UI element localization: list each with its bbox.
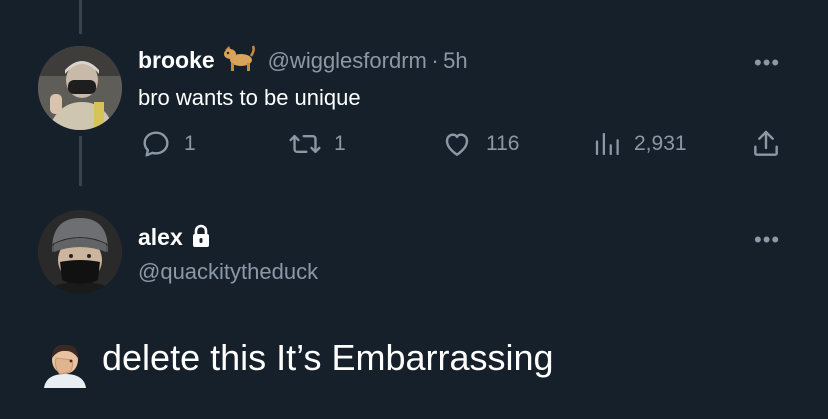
views-button[interactable]: 2,931 xyxy=(592,128,687,160)
views-chart-icon xyxy=(592,128,622,160)
tweet-header: brooke @wigglesfordrm · 5h xyxy=(138,44,468,77)
avatar-brooke[interactable] xyxy=(38,46,122,130)
avatar-alex-image xyxy=(38,210,122,294)
views-count: 2,931 xyxy=(634,132,687,155)
reply-text: delete this It’s Embarrassing xyxy=(102,337,554,378)
lock-icon xyxy=(191,224,211,253)
like-button[interactable]: 116 xyxy=(440,128,519,160)
tweet-text: bro wants to be unique xyxy=(138,85,361,110)
tweet-time[interactable]: 5h xyxy=(443,48,467,73)
avatar-alex[interactable] xyxy=(38,210,122,294)
facepalm-emoji-icon xyxy=(40,342,90,388)
reply-icon xyxy=(140,128,172,160)
thread-line-middle xyxy=(79,136,82,186)
tweet-more-button[interactable]: ••• xyxy=(754,50,780,76)
tweet-display-name[interactable]: brooke xyxy=(138,47,215,73)
reply-header: alex xyxy=(138,224,211,253)
tweet-handle[interactable]: @wigglesfordrm xyxy=(268,48,427,73)
share-icon xyxy=(750,128,782,160)
heart-icon xyxy=(440,128,474,160)
reply-more-button[interactable]: ••• xyxy=(754,227,780,253)
retweet-count: 1 xyxy=(334,132,346,155)
avatar-brooke-image xyxy=(38,46,122,130)
dog-emoji-icon xyxy=(221,44,256,77)
reply-button[interactable]: 1 xyxy=(140,128,196,160)
reply-count: 1 xyxy=(184,132,196,155)
reply-display-name[interactable]: alex xyxy=(138,224,183,250)
like-count: 116 xyxy=(486,132,520,155)
retweet-button[interactable]: 1 xyxy=(288,128,346,160)
tweet-separator: · xyxy=(431,48,439,73)
share-button[interactable] xyxy=(750,128,782,160)
reply-handle[interactable]: @quackitytheduck xyxy=(138,259,318,285)
retweet-icon xyxy=(288,128,322,160)
thread-line-top xyxy=(79,0,82,34)
